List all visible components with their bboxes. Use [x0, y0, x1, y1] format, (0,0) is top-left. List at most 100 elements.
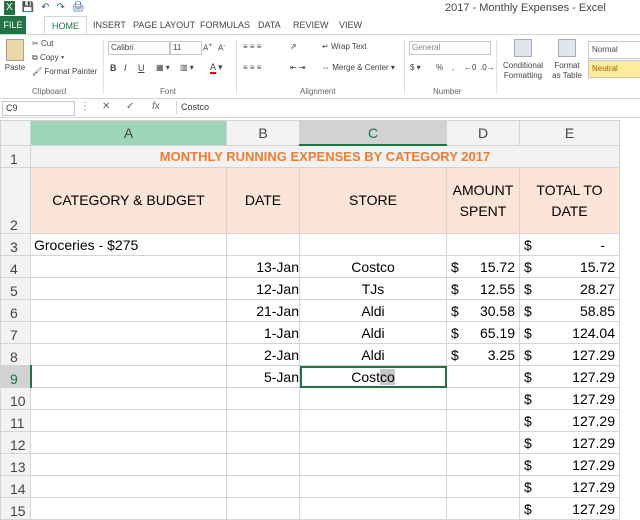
header-total-to-date[interactable]: TOTAL TO DATE	[519, 167, 620, 234]
total-cell[interactable]: $127.29	[519, 475, 620, 498]
tab-formulas[interactable]: FORMULAS	[193, 16, 257, 34]
conditional-formatting-button[interactable]: Conditional Formatting	[500, 39, 546, 81]
cell-a13[interactable]	[30, 453, 227, 476]
row-header-10[interactable]: 10	[0, 387, 31, 410]
store-cell[interactable]: Aldi	[299, 343, 447, 366]
cell-c12[interactable]	[299, 431, 447, 454]
header-amount-spent[interactable]: AMOUNT SPENT	[446, 167, 520, 234]
cell-a6[interactable]	[30, 299, 227, 322]
font-color-icon[interactable]: A ▾	[210, 62, 223, 74]
decimal-increase-icon[interactable]: ←0	[464, 63, 476, 72]
total-cell-e3[interactable]: $ -	[519, 233, 620, 256]
header-date[interactable]: DATE	[226, 167, 300, 234]
row-header-11[interactable]: 11	[0, 409, 31, 432]
tab-file[interactable]: FILE	[0, 16, 26, 34]
row-header-7[interactable]: 7	[0, 321, 31, 344]
cell-a8[interactable]	[30, 343, 227, 366]
font-size-select[interactable]: 11	[170, 41, 202, 55]
date-cell[interactable]: 21-Jan	[226, 299, 300, 322]
header-category-budget[interactable]: CATEGORY & BUDGET	[30, 167, 227, 234]
paste-button[interactable]: Paste	[4, 39, 26, 72]
cell-c3[interactable]	[299, 233, 447, 256]
grow-font-button[interactable]: A+	[203, 42, 212, 53]
cell-c10[interactable]	[299, 387, 447, 410]
row-header-8[interactable]: 8	[0, 343, 31, 366]
column-header-b[interactable]: B	[226, 120, 300, 146]
format-painter-button[interactable]: 🖌 Format Painter	[32, 67, 97, 76]
date-cell[interactable]: 12-Jan	[226, 277, 300, 300]
cell-c11[interactable]	[299, 409, 447, 432]
total-cell[interactable]: $127.29	[519, 453, 620, 476]
name-box[interactable]: C9	[2, 101, 75, 116]
row-header-9[interactable]: 9	[0, 365, 32, 388]
cell-a10[interactable]	[30, 387, 227, 410]
cell-d15[interactable]	[446, 497, 520, 520]
cell-b10[interactable]	[226, 387, 300, 410]
store-cell[interactable]: TJs	[299, 277, 447, 300]
total-cell[interactable]: $127.29	[519, 387, 620, 410]
amount-cell[interactable]: $3.25	[446, 343, 520, 366]
column-header-c[interactable]: C	[299, 120, 447, 146]
tab-view[interactable]: VIEW	[332, 16, 369, 34]
cell-c13[interactable]	[299, 453, 447, 476]
row-header-6[interactable]: 6	[0, 299, 31, 322]
tab-home[interactable]: HOME	[44, 16, 87, 35]
left-align-icon[interactable]: ≡ ≡ ≡	[243, 63, 261, 72]
total-cell[interactable]: $127.29	[519, 431, 620, 454]
select-all-corner[interactable]	[0, 120, 31, 146]
tab-review[interactable]: REVIEW	[286, 16, 336, 34]
store-cell[interactable]: Aldi	[299, 321, 447, 344]
category-cell[interactable]: Groceries - $275	[30, 233, 227, 256]
total-cell[interactable]: $127.29	[519, 409, 620, 432]
column-header-a[interactable]: A	[30, 120, 227, 146]
store-cell[interactable]: Costco	[299, 255, 447, 278]
amount-cell[interactable]: $15.72	[446, 255, 520, 278]
column-header-e[interactable]: E	[519, 120, 620, 146]
enter-icon[interactable]: ✓	[126, 101, 134, 112]
cell-a11[interactable]	[30, 409, 227, 432]
row-header-5[interactable]: 5	[0, 277, 31, 300]
orientation-icon[interactable]: ⇗	[290, 42, 297, 51]
cell-a4[interactable]	[30, 255, 227, 278]
cell-b12[interactable]	[226, 431, 300, 454]
insert-function-icon[interactable]: fx	[152, 101, 160, 112]
tab-data[interactable]: DATA	[251, 16, 288, 34]
cell-a12[interactable]	[30, 431, 227, 454]
copy-button[interactable]: ⧉ Copy ▾	[32, 53, 64, 63]
indent-icon[interactable]: ⇤ ⇥	[290, 63, 306, 72]
cell-a9[interactable]	[30, 365, 227, 388]
print-preview-icon[interactable]: 🖨	[72, 1, 85, 15]
cell-c14[interactable]	[299, 475, 447, 498]
merge-center-button[interactable]: ⇔ Merge & Center ▾	[322, 63, 395, 72]
cell-d12[interactable]	[446, 431, 520, 454]
total-cell[interactable]: $127.29	[519, 343, 620, 366]
cell-a7[interactable]	[30, 321, 227, 344]
borders-icon[interactable]: ▦ ▾	[156, 63, 170, 72]
cell-a15[interactable]	[30, 497, 227, 520]
date-cell[interactable]: 1-Jan	[226, 321, 300, 344]
cell-d3[interactable]	[446, 233, 520, 256]
bold-button[interactable]: B	[110, 63, 117, 73]
row-header-12[interactable]: 12	[0, 431, 31, 454]
total-cell[interactable]: $127.29	[519, 497, 620, 520]
cell-d13[interactable]	[446, 453, 520, 476]
formula-input[interactable]: Costco	[176, 101, 640, 114]
total-cell[interactable]: $127.29	[519, 365, 620, 388]
row-header-15[interactable]: 15	[0, 497, 31, 520]
date-cell[interactable]: 13-Jan	[226, 255, 300, 278]
total-cell[interactable]: $58.85	[519, 299, 620, 322]
store-cell[interactable]: Aldi	[299, 299, 447, 322]
wrap-text-button[interactable]: ↵ Wrap Text	[322, 42, 367, 51]
row-header-2[interactable]: 2	[0, 167, 31, 234]
cell-b14[interactable]	[226, 475, 300, 498]
row-header-13[interactable]: 13	[0, 453, 31, 476]
header-store[interactable]: STORE	[299, 167, 447, 234]
redo-icon[interactable]: ↷	[57, 1, 65, 15]
cell-b11[interactable]	[226, 409, 300, 432]
total-cell[interactable]: $28.27	[519, 277, 620, 300]
fill-color-icon[interactable]: ▥ ▾	[180, 63, 194, 72]
style-neutral[interactable]: Neutral	[588, 60, 640, 78]
cell-d11[interactable]	[446, 409, 520, 432]
cell-b15[interactable]	[226, 497, 300, 520]
currency-button[interactable]: $ ▾	[410, 63, 421, 72]
